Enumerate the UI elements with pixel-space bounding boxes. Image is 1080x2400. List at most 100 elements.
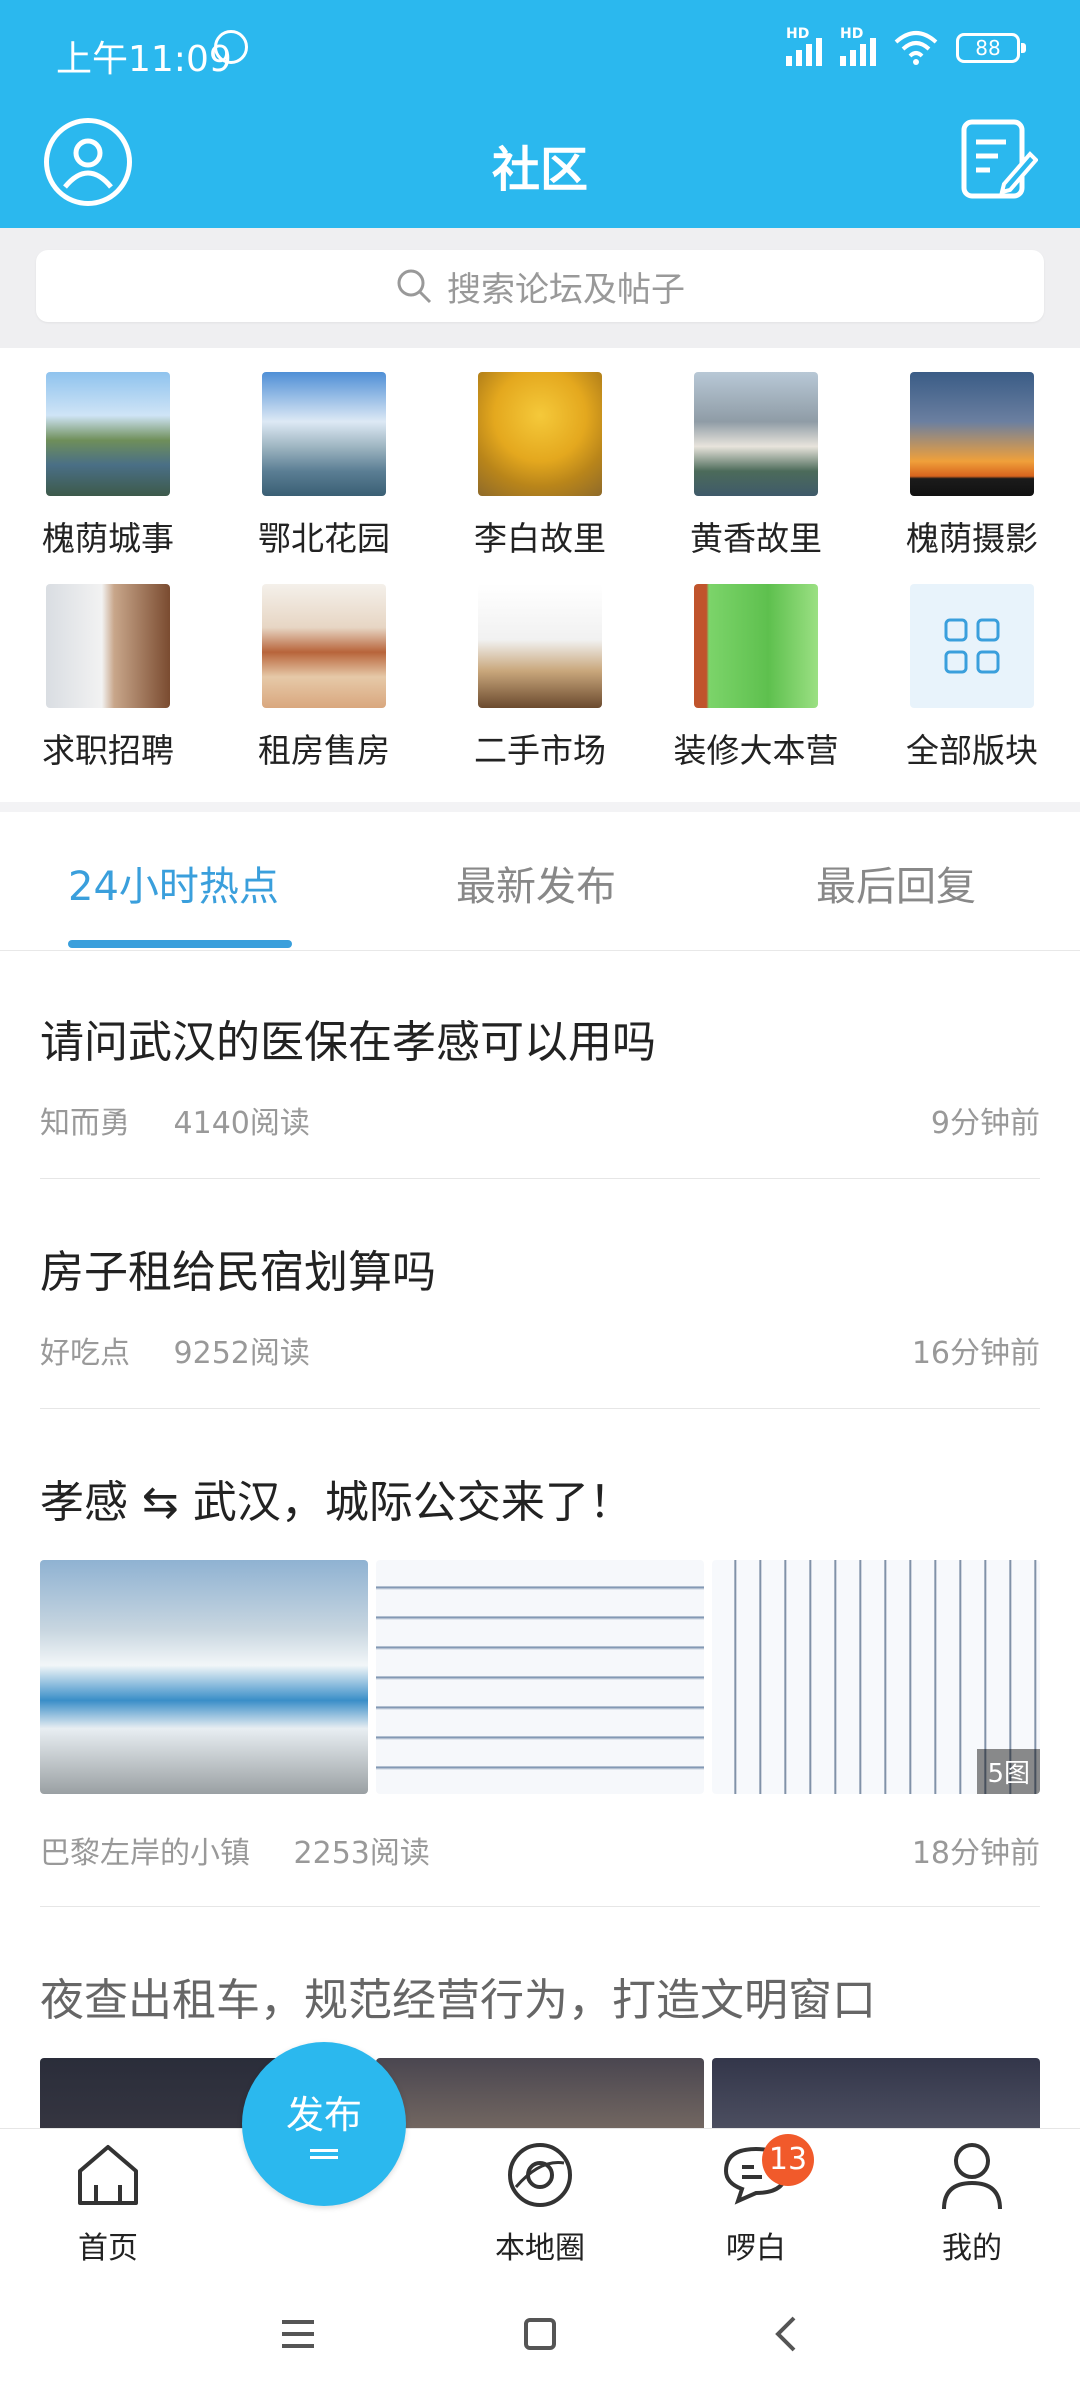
search-icon: [397, 269, 432, 304]
tab-latest[interactable]: 最新发布: [456, 854, 616, 912]
search-input[interactable]: 搜索论坛及帖子: [36, 250, 1044, 322]
status-time: 上午11:09: [56, 39, 232, 80]
post-author: 巴黎左岸的小镇: [40, 1836, 250, 1871]
category-grid: 槐荫城事 鄂北花园 李白故里 黄香故里 槐荫摄影 求职招聘 租房售房 二手市场 …: [0, 348, 1080, 802]
nav-me-label: 我的: [942, 2231, 1002, 2266]
post-author: 好吃点: [40, 1336, 130, 1371]
category-label: 鄂北花园: [258, 519, 390, 558]
post-images: 5图: [40, 1560, 1040, 1794]
category-item[interactable]: 黄香故里: [648, 348, 864, 558]
post-author: 知而勇: [40, 1106, 130, 1141]
battery-icon: 88: [956, 33, 1026, 63]
post-title: 孝感 ⇆ 武汉，城际公交来了！: [40, 1477, 633, 1528]
nav-me[interactable]: 我的: [902, 2135, 1042, 2267]
post-item[interactable]: 请问武汉的医保在孝感可以用吗 知而勇 4140阅读 9分钟前: [40, 1006, 1040, 1156]
divider: [0, 802, 1080, 812]
post-item[interactable]: 房子租给民宿划算吗 好吃点 9252阅读 16分钟前: [40, 1236, 1040, 1386]
grid-icon: [944, 618, 1000, 674]
unread-badge: 13: [762, 2134, 814, 2186]
app-bar: 社区: [0, 110, 1080, 228]
divider: [40, 1906, 1040, 1907]
network-label: HD: [786, 26, 810, 42]
post-item[interactable]: 夜查出租车，规范经营行为，打造文明窗口: [40, 1964, 1040, 2128]
category-image: [262, 372, 386, 496]
post-reads: 9252阅读: [173, 1336, 310, 1371]
post-image: [376, 2058, 704, 2128]
category-label: 黄香故里: [690, 519, 822, 558]
post-reads: 4140阅读: [173, 1106, 310, 1141]
post-title: 请问武汉的医保在孝感可以用吗: [40, 1017, 656, 1068]
category-label: 李白故里: [474, 519, 606, 558]
category-image: [694, 372, 818, 496]
nav-home-label: 首页: [78, 2231, 138, 2266]
signal-icon: HD: [840, 26, 876, 66]
system-nav-bar: [0, 2270, 1080, 2400]
nav-local[interactable]: 本地圈: [470, 2135, 610, 2267]
category-label: 租房售房: [258, 731, 390, 770]
publish-button[interactable]: 发布: [242, 2042, 406, 2206]
post-image: 5图: [712, 1560, 1040, 1794]
tab-bar: 24小时热点 最新发布 最后回复: [0, 812, 1080, 951]
home-square-icon[interactable]: [520, 2314, 560, 2354]
category-label: 装修大本营: [673, 731, 839, 770]
person-icon: [942, 2143, 1002, 2210]
category-image: [478, 372, 602, 496]
post-images: [40, 2058, 1040, 2128]
post-item[interactable]: 孝感 ⇆ 武汉，城际公交来了！ 5图 巴黎左岸的小镇 2253阅读 18分钟前: [40, 1466, 1040, 1876]
divider: [40, 1408, 1040, 1409]
tab-last-reply[interactable]: 最后回复: [816, 854, 976, 912]
category-item[interactable]: 二手市场: [432, 560, 648, 770]
all-sections-button[interactable]: 全部版块: [864, 560, 1080, 770]
category-label: 槐荫摄影: [906, 519, 1038, 558]
category-item[interactable]: 装修大本营: [648, 560, 864, 770]
post-reads: 2253阅读: [293, 1836, 430, 1871]
compose-icon[interactable]: [958, 118, 1038, 202]
publish-label: 发布: [285, 2093, 362, 2137]
dash-icon: [310, 2156, 338, 2159]
tab-indicator: [68, 940, 292, 948]
nav-chat-label: 啰白: [726, 2231, 786, 2266]
category-image: [262, 584, 386, 708]
category-item[interactable]: 槐荫城事: [0, 348, 216, 558]
post-title: 房子租给民宿划算吗: [40, 1247, 436, 1298]
status-bar: 上午11:09 HD HD 88: [0, 0, 1080, 110]
alarm-icon: [214, 30, 248, 64]
wifi-icon: [894, 31, 938, 65]
category-label: 槐荫城事: [42, 519, 174, 558]
menu-icon[interactable]: [278, 2314, 318, 2354]
nav-home[interactable]: 首页: [38, 2135, 178, 2267]
post-image: [40, 1560, 368, 1794]
post-image: [376, 1560, 704, 1794]
category-item[interactable]: 租房售房: [216, 560, 432, 770]
category-item[interactable]: 李白故里: [432, 348, 648, 558]
nav-local-label: 本地圈: [495, 2231, 585, 2266]
category-item[interactable]: 求职招聘: [0, 560, 216, 770]
tab-24h-hot[interactable]: 24小时热点: [68, 854, 279, 912]
back-icon[interactable]: [768, 2314, 808, 2354]
network-label: HD: [840, 26, 864, 42]
post-title: 夜查出租车，规范经营行为，打造文明窗口: [40, 1975, 876, 2026]
category-item[interactable]: 槐荫摄影: [864, 348, 1080, 558]
divider: [40, 1178, 1040, 1179]
post-time: 16分钟前: [911, 1336, 1040, 1371]
category-label: 求职招聘: [42, 731, 174, 770]
category-image: [478, 584, 602, 708]
category-image: [694, 584, 818, 708]
bottom-nav: 首页 本地圈 啰白 我的: [0, 2128, 1080, 2271]
category-label: 二手市场: [474, 731, 606, 770]
planet-icon: [508, 2143, 572, 2207]
post-meta: 知而勇 4140阅读 9分钟前: [40, 1098, 1040, 1142]
category-image: [46, 584, 170, 708]
search-placeholder: 搜索论坛及帖子: [447, 269, 685, 310]
search-section: 搜索论坛及帖子: [0, 228, 1080, 348]
grid-icon: [910, 584, 1034, 708]
post-time: 9分钟前: [930, 1106, 1040, 1141]
category-item[interactable]: 鄂北花园: [216, 348, 432, 558]
post-meta: 好吃点 9252阅读 16分钟前: [40, 1328, 1040, 1372]
signal-icon: HD: [786, 26, 822, 66]
category-image: [46, 372, 170, 496]
post-time: 18分钟前: [911, 1836, 1040, 1871]
category-label: 全部版块: [906, 731, 1038, 770]
home-icon: [78, 2145, 138, 2205]
dash-icon: [310, 2149, 338, 2152]
